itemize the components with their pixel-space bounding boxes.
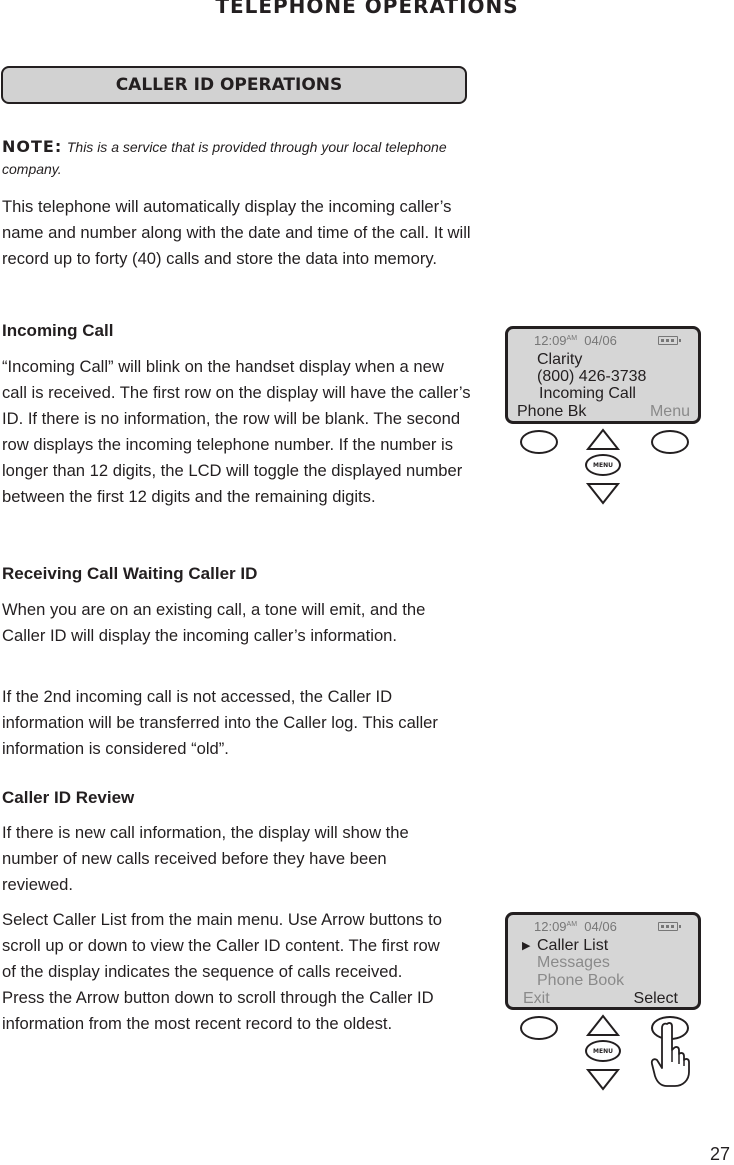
heading-incoming-call: Incoming Call (2, 321, 114, 340)
page-title: TELEPHONE OPERATIONS (215, 0, 519, 18)
call-waiting-paragraph-1: When you are on an existing call, a tone… (2, 600, 426, 645)
incoming-call-paragraph: “Incoming Call” will blink on the handse… (2, 357, 471, 506)
note-text: This is a service that is provided throu… (2, 139, 447, 177)
down-arrow-button[interactable] (585, 480, 621, 506)
caller-name: Clarity (537, 351, 583, 368)
softkey-left-label: Exit (523, 990, 550, 1007)
intro-paragraph: This telephone will automatically displa… (2, 197, 471, 268)
review-paragraph-1: If there is new call information, the di… (2, 823, 409, 894)
right-softkey-button[interactable] (651, 430, 689, 454)
battery-icon (658, 336, 681, 345)
pointing-hand-icon (650, 1022, 690, 1087)
up-arrow-button[interactable] (585, 1013, 621, 1039)
section-header: CALLER ID OPERATIONS (1, 66, 467, 104)
softkey-right-label: Menu (649, 403, 690, 420)
menu-item-phone-book[interactable]: Phone Book (537, 972, 624, 990)
left-softkey-button[interactable] (520, 430, 558, 454)
lcd-time: 12:09AM 04/06 (534, 333, 617, 348)
battery-icon (658, 922, 681, 931)
up-arrow-button[interactable] (585, 427, 621, 453)
handset-illustration-incoming: 12:09AM 04/06 Clarity (800) 426-3738 Inc… (505, 326, 705, 514)
call-status: Incoming Call (539, 385, 636, 402)
menu-item-caller-list[interactable]: Caller List (537, 937, 608, 955)
heading-call-waiting: Receiving Call Waiting Caller ID (2, 564, 258, 583)
section-title: CALLER ID OPERATIONS (115, 75, 343, 95)
handset-illustration-menu: 12:09AM 04/06 ▶ Caller List Messages Pho… (505, 912, 705, 1100)
note-label: NOTE: (2, 137, 63, 156)
lcd-display: 12:09AM 04/06 Clarity (800) 426-3738 Inc… (505, 326, 701, 424)
down-arrow-button[interactable] (585, 1066, 621, 1092)
softkey-right-label: Select (633, 990, 678, 1007)
selection-pointer-icon: ▶ (522, 940, 531, 952)
call-waiting-paragraph-2: If the 2nd incoming call is not accessed… (2, 687, 438, 758)
review-paragraph-2: Select Caller List from the main menu. U… (2, 910, 442, 1033)
softkey-left-label: Phone Bk (517, 403, 587, 420)
lcd-display: 12:09AM 04/06 ▶ Caller List Messages Pho… (505, 912, 701, 1010)
menu-item-messages[interactable]: Messages (537, 954, 610, 972)
menu-button[interactable]: MENU (585, 454, 621, 476)
left-softkey-button[interactable] (520, 1016, 558, 1040)
menu-button[interactable]: MENU (585, 1040, 621, 1062)
note: NOTE: This is a service that is provided… (2, 136, 472, 180)
heading-caller-id-review: Caller ID Review (2, 788, 135, 807)
caller-number: (800) 426-3738 (537, 368, 647, 385)
lcd-time: 12:09AM 04/06 (534, 919, 617, 934)
